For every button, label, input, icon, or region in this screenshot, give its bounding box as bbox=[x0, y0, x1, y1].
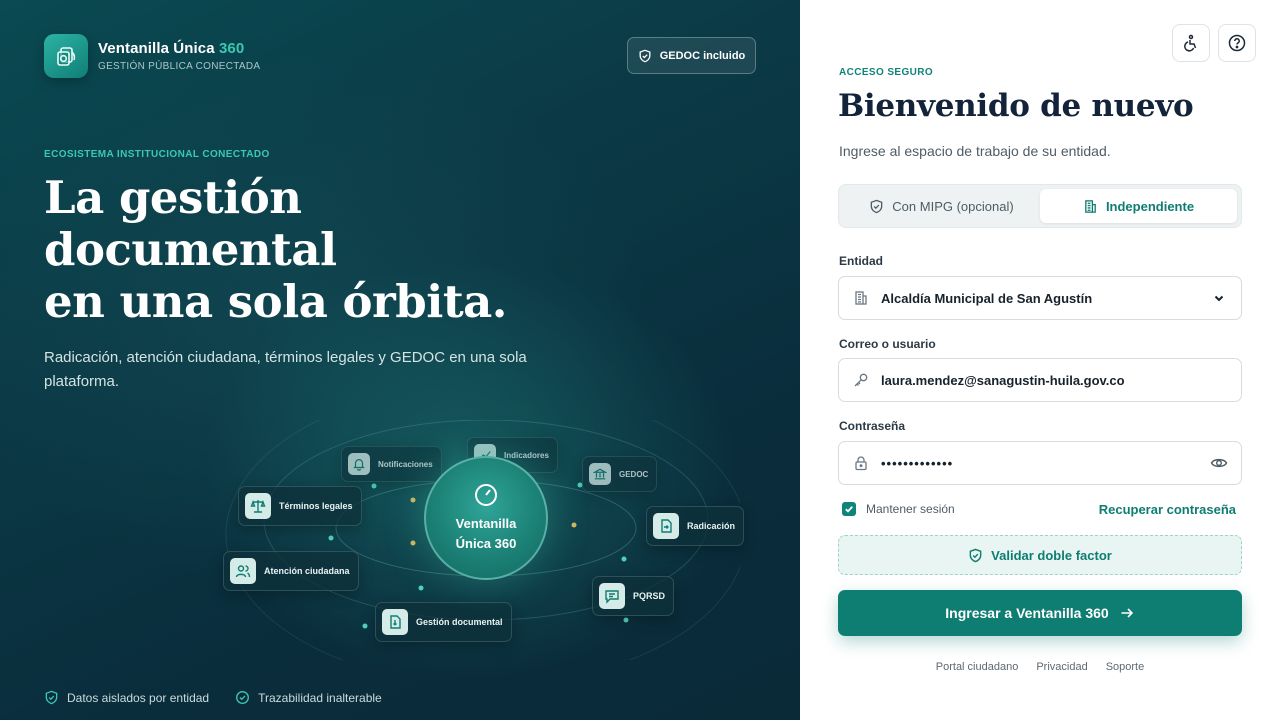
orbit-node-terminos[interactable]: Términos legales bbox=[238, 486, 362, 526]
remember-label: Mantener sesión bbox=[866, 502, 955, 516]
toggle-option-independiente[interactable]: Independiente bbox=[1040, 189, 1237, 223]
user-label: Correo o usuario bbox=[839, 337, 936, 351]
shield-check-icon bbox=[639, 49, 651, 62]
key-icon bbox=[851, 372, 871, 388]
password-label: Contraseña bbox=[839, 419, 906, 433]
bell-icon bbox=[348, 453, 370, 475]
gedoc-badge-label: GEDOC incluido bbox=[659, 49, 746, 62]
users-icon bbox=[230, 558, 256, 584]
login-panel: ACCESO SEGURO Bienvenido de nuevo Ingres… bbox=[800, 0, 1280, 720]
shield-check-icon bbox=[969, 548, 982, 562]
login-subtitle: Ingrese al espacio de trabajo de su enti… bbox=[839, 143, 1111, 159]
footer-item-traceability: Trazabilidad inalterable bbox=[258, 690, 382, 705]
remember-session[interactable]: Mantener sesión bbox=[842, 502, 955, 516]
orbit-node-gedoc[interactable]: GEDOC bbox=[582, 456, 658, 492]
entity-label: Entidad bbox=[839, 254, 883, 268]
footer-links: Portal ciudadano Privacidad Soporte bbox=[800, 661, 1280, 673]
message-icon bbox=[599, 583, 625, 609]
orbit-node-gestion[interactable]: Gestión documental bbox=[375, 602, 512, 642]
recover-password-link[interactable]: Recuperar contraseña bbox=[1099, 502, 1236, 517]
footer-link-support[interactable]: Soporte bbox=[1106, 661, 1145, 673]
entity-select[interactable]: Alcaldía Municipal de San Agustín bbox=[838, 276, 1242, 320]
accessibility-button[interactable] bbox=[1172, 24, 1210, 62]
chevron-down-icon bbox=[1209, 292, 1229, 304]
password-field[interactable]: ••••••••••••• bbox=[838, 441, 1242, 485]
user-field[interactable]: laura.mendez@sanagustin-huila.gov.co bbox=[838, 358, 1242, 402]
mode-toggle: Con MIPG (opcional) Independiente bbox=[838, 184, 1242, 228]
document-in-icon bbox=[653, 513, 679, 539]
orbit-center: Ventanilla Única 360 bbox=[424, 456, 548, 580]
brand-name: Ventanilla Única 360 bbox=[98, 40, 245, 57]
footer-item-data-isolated: Datos aislados por entidad bbox=[67, 690, 210, 705]
bank-icon bbox=[589, 463, 611, 485]
orbit-node-atencion[interactable]: Atención ciudadana bbox=[223, 551, 359, 591]
submit-button[interactable]: Ingresar a Ventanilla 360 bbox=[838, 590, 1242, 636]
brand[interactable]: Ventanilla Única 360 GESTIÓN PÚBLICA CON… bbox=[44, 34, 260, 78]
help-icon bbox=[1228, 34, 1246, 52]
hero-panel: Ventanilla Única 360 GESTIÓN PÚBLICA CON… bbox=[0, 0, 800, 720]
building-icon bbox=[851, 290, 871, 306]
shield-check-icon bbox=[45, 690, 58, 705]
check-circle-icon bbox=[236, 691, 250, 704]
eye-icon[interactable] bbox=[1209, 454, 1229, 472]
mfa-button[interactable]: Validar doble factor bbox=[838, 535, 1242, 575]
brand-tagline: GESTIÓN PÚBLICA CONECTADA bbox=[98, 61, 261, 72]
orbit-node-notificaciones[interactable]: Notificaciones bbox=[341, 446, 442, 482]
toggle-option-mipg[interactable]: Con MIPG (opcional) bbox=[843, 189, 1040, 223]
accessibility-icon bbox=[1184, 34, 1197, 52]
file-icon bbox=[382, 609, 408, 635]
footer-link-privacy[interactable]: Privacidad bbox=[1036, 661, 1087, 673]
hero-title: La gestión documental en una sola órbita… bbox=[44, 171, 507, 328]
login-title: Bienvenido de nuevo bbox=[838, 88, 1194, 124]
gedoc-badge: GEDOC incluido bbox=[627, 37, 756, 74]
entity-value: Alcaldía Municipal de San Agustín bbox=[881, 290, 1093, 306]
orbit-node-pqrsd[interactable]: PQRSD bbox=[592, 576, 675, 616]
lock-icon bbox=[851, 455, 871, 471]
scale-icon bbox=[245, 493, 271, 519]
orbit-center-line1: Ventanilla bbox=[455, 516, 517, 531]
remember-checkbox[interactable] bbox=[842, 502, 856, 516]
building-icon bbox=[1085, 199, 1096, 213]
brand-logo-icon bbox=[44, 34, 88, 78]
orbit-node-radicacion[interactable]: Radicación bbox=[646, 506, 745, 546]
login-eyebrow: ACCESO SEGURO bbox=[839, 67, 934, 78]
arrow-right-icon bbox=[1121, 608, 1133, 618]
user-value: laura.mendez@sanagustin-huila.gov.co bbox=[881, 372, 1125, 388]
password-value: ••••••••••••• bbox=[881, 455, 954, 471]
help-button[interactable] bbox=[1218, 24, 1256, 62]
footer-link-portal[interactable]: Portal ciudadano bbox=[936, 661, 1019, 673]
check-icon bbox=[845, 506, 853, 513]
hero-eyebrow: ECOSISTEMA INSTITUCIONAL CONECTADO bbox=[44, 149, 270, 160]
hero-subtitle: Radicación, atención ciudadana, términos… bbox=[44, 349, 527, 390]
shield-check-icon bbox=[870, 199, 883, 213]
hero-footer: Datos aislados por entidad Trazabilidad … bbox=[44, 690, 382, 705]
gauge-icon bbox=[475, 484, 497, 506]
orbit-center-line2: Única 360 bbox=[455, 536, 517, 551]
